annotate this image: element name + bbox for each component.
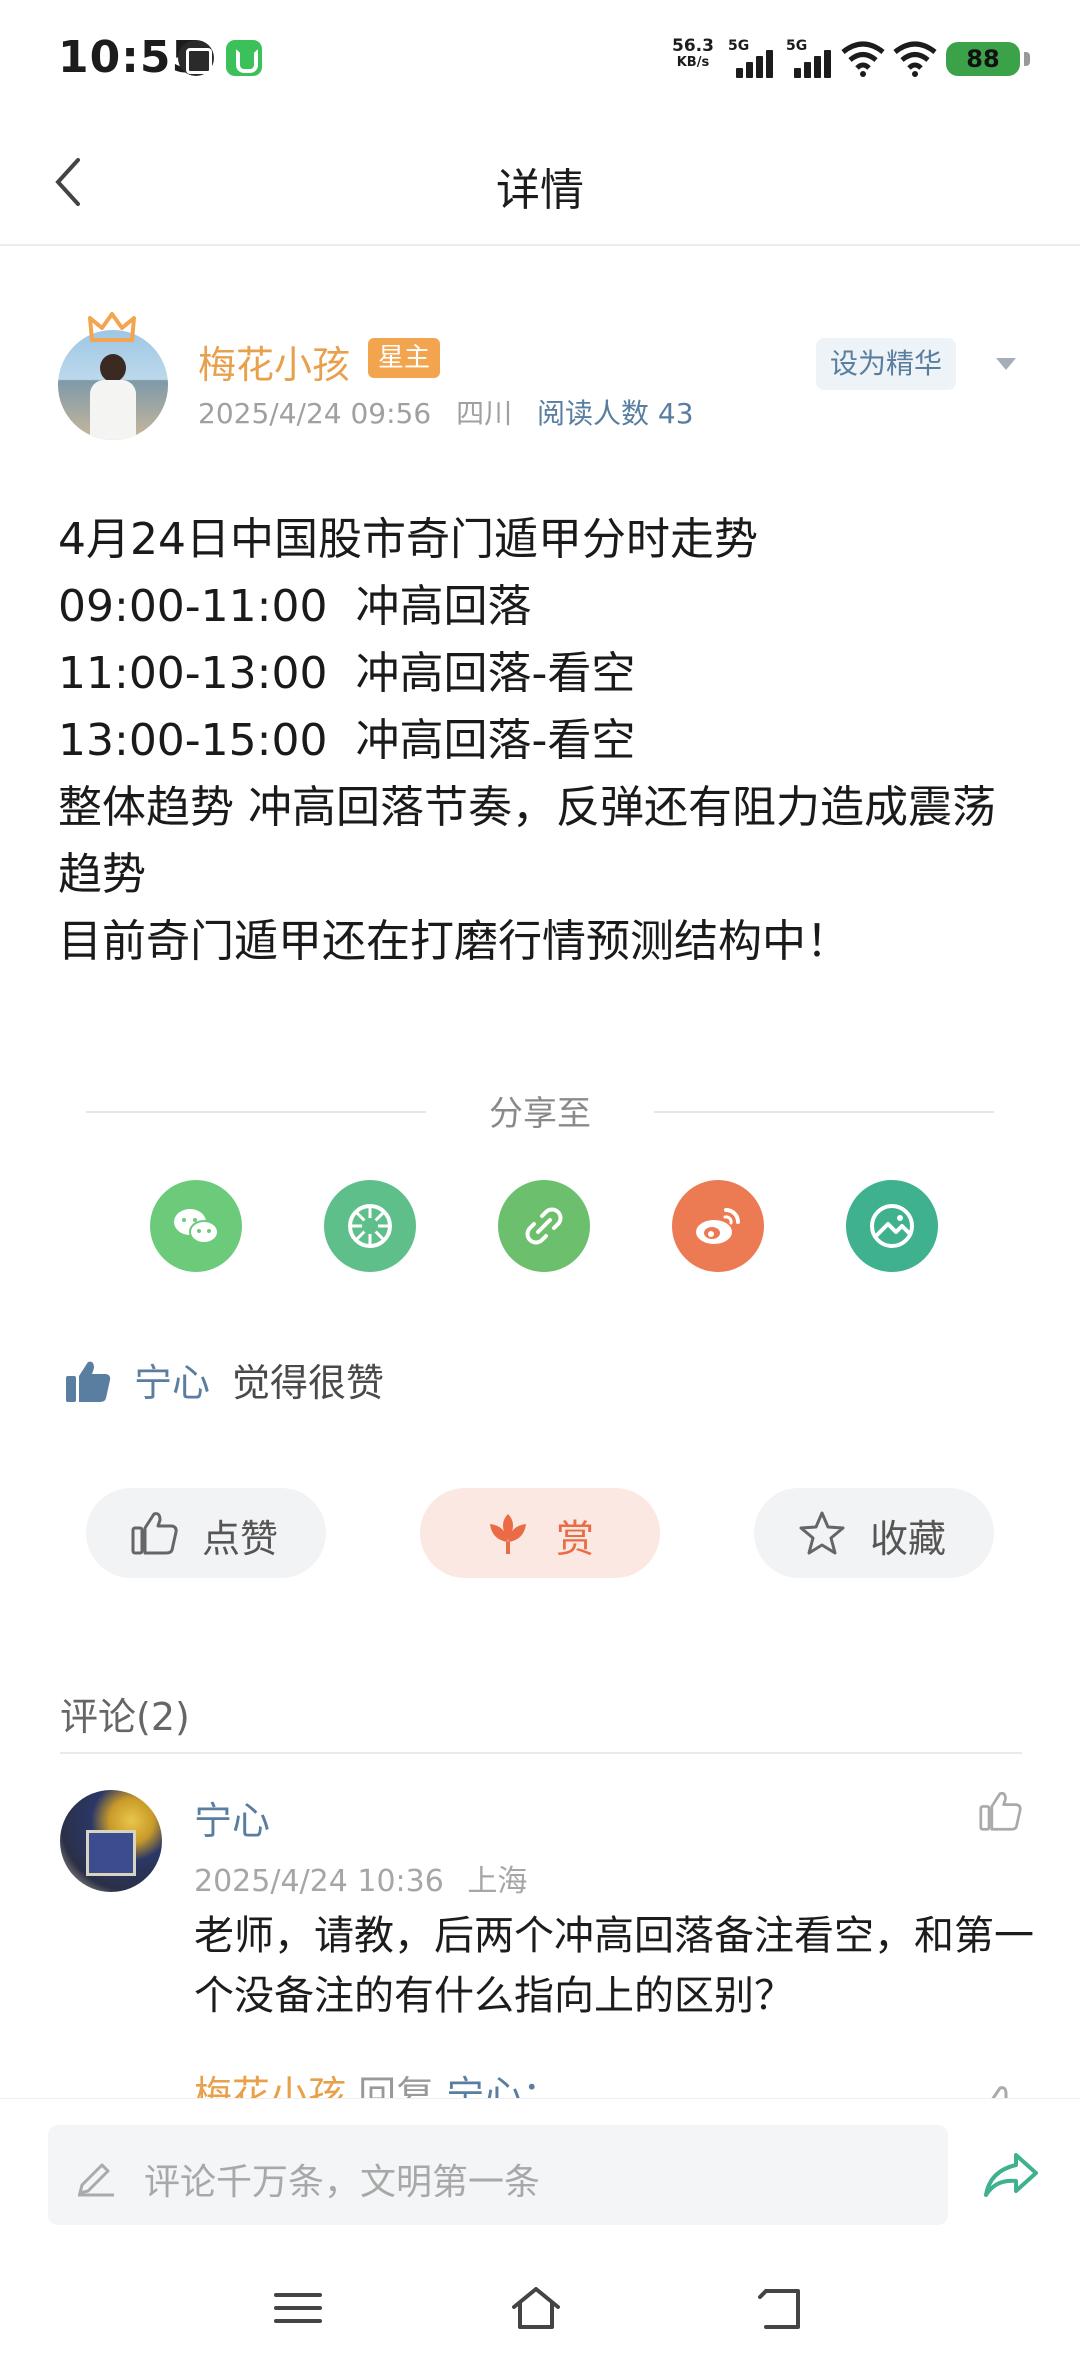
post-date: 2025/4/24 09:56: [198, 397, 432, 430]
sim2-label: 5G: [786, 38, 808, 54]
post-location: 四川: [456, 397, 513, 430]
thumb-up-icon: [66, 1361, 111, 1402]
share-row: [150, 1180, 940, 1272]
comment-location: 上海: [467, 1864, 528, 1899]
share-gallery-button[interactable]: [846, 1180, 938, 1272]
net-speed: 56.3 KB/s: [672, 36, 714, 70]
reply-author: 梅花小孩: [194, 2073, 347, 2098]
net-speed-unit: KB/s: [676, 55, 710, 70]
reward-button[interactable]: 赏: [420, 1488, 660, 1578]
sim1-label: 5G: [728, 38, 750, 54]
signal-icon-sim1: 5G: [728, 38, 780, 78]
status-bar: 10:55 56.3 KB/s 5G 5G 88: [0, 0, 1080, 118]
gallery-icon: [870, 1204, 914, 1248]
share-weibo-button[interactable]: [672, 1180, 764, 1272]
home-icon[interactable]: [510, 2283, 562, 2333]
forward-share-icon[interactable]: [982, 2149, 1040, 2199]
avatar[interactable]: [58, 330, 168, 440]
post-content: 4月24日中国股市奇门遁甲分时走势 09:00-11:00 冲高回落 11:00…: [58, 514, 996, 967]
page-title: 详情: [496, 165, 584, 216]
weibo-icon: [696, 1208, 740, 1244]
caret-down-icon[interactable]: [994, 356, 1018, 372]
like-label: 点赞: [202, 1517, 279, 1561]
reply-preview[interactable]: 梅花小孩 回复 宁心：: [194, 2064, 560, 2098]
favorite-button[interactable]: 收藏: [754, 1488, 994, 1578]
comment-author[interactable]: 宁心: [194, 1790, 270, 1845]
menu-icon[interactable]: [272, 2283, 324, 2333]
signal-icon-sim2: 5G: [786, 38, 838, 78]
notification-app-icon: [178, 40, 214, 76]
comment-item: 宁心 2025/4/24 10:36 上海 老师，请教，后两个冲高回落备注看空，…: [60, 1790, 1034, 2090]
divider: [654, 1111, 994, 1113]
moments-icon: [348, 1204, 392, 1248]
title-bar: 详情: [0, 118, 1080, 246]
bottom-bar: 评论千万条，文明第一条: [0, 2098, 1080, 2376]
battery-indicator: 88: [946, 42, 1030, 76]
reply-target: 宁心：: [446, 2073, 561, 2098]
star-icon: [799, 1511, 845, 1555]
post-meta: 2025/4/24 09:56 四川 阅读人数 43: [198, 392, 710, 432]
comment-input[interactable]: 评论千万条，文明第一条: [48, 2125, 948, 2225]
reply-verb: 回复: [358, 2073, 435, 2098]
wechat-icon: [174, 1209, 219, 1244]
author-avatar[interactable]: [58, 312, 168, 440]
comment-meta: 2025/4/24 10:36 上海: [194, 1856, 541, 1900]
net-speed-value: 56.3: [672, 36, 714, 56]
wifi-icon-2: [892, 40, 938, 78]
comment-input-placeholder: 评论千万条，文明第一条: [144, 2162, 541, 2203]
lotus-icon: [490, 1514, 526, 1554]
author-name[interactable]: 梅花小孩: [198, 334, 350, 389]
share-section-title: 分享至: [86, 1086, 994, 1136]
wifi-icon: [840, 40, 886, 78]
phone-app-icon: [226, 40, 262, 76]
comment-date: 2025/4/24 10:36: [194, 1864, 444, 1899]
thumb-up-outline-icon: [131, 1512, 178, 1555]
link-icon: [525, 1207, 563, 1245]
avatar[interactable]: [60, 1790, 162, 1892]
pencil-icon: [78, 2163, 114, 2197]
comment-text: 老师，请教，后两个冲高回落备注看空，和第一个没备注的有什么指向上的区别？: [194, 1913, 1034, 2019]
read-count: 阅读人数 43: [537, 397, 694, 430]
liker-name[interactable]: 宁心: [134, 1352, 210, 1407]
action-bar: 点赞 赏 收藏: [86, 1488, 994, 1578]
share-link-button[interactable]: [498, 1180, 590, 1272]
share-wechat-button[interactable]: [150, 1180, 242, 1272]
set-essence-button[interactable]: 设为精华: [816, 338, 957, 390]
divider: [60, 1752, 1022, 1754]
comments-header: 评论(2): [60, 1695, 190, 1739]
favorite-label: 收藏: [870, 1517, 947, 1561]
share-moments-button[interactable]: [324, 1180, 416, 1272]
author-block: 梅花小孩 星主 2025/4/24 09:56 四川 阅读人数 43 设为精华: [58, 300, 1038, 440]
reward-label: 赏: [556, 1517, 595, 1561]
comment-like-icon[interactable]: [978, 1790, 1022, 1832]
crown-icon: [88, 312, 136, 342]
like-button[interactable]: 点赞: [86, 1488, 326, 1578]
owner-badge: 星主: [368, 338, 441, 378]
likes-text: 觉得很赞: [232, 1361, 385, 1405]
back-icon[interactable]: [754, 2283, 806, 2333]
